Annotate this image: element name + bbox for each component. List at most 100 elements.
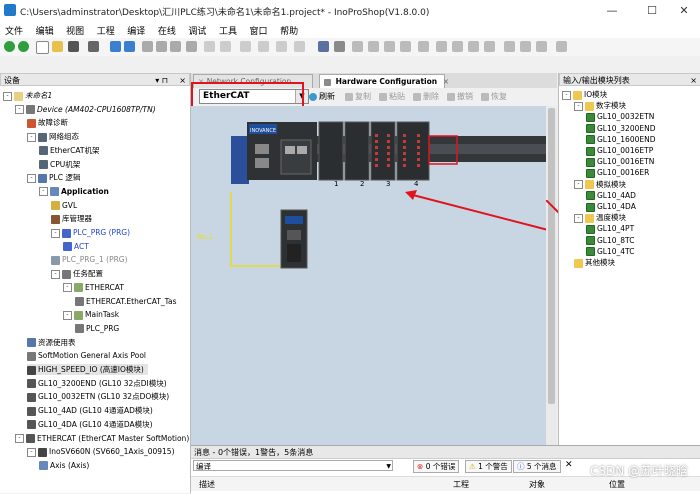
- module-tree-item[interactable]: 其他模块: [574, 257, 615, 268]
- expand-toggle-icon[interactable]: -: [63, 283, 72, 293]
- module-tree-item[interactable]: GL10_0016ETP: [586, 145, 653, 156]
- close-window-button[interactable]: ✕: [672, 3, 696, 19]
- module-tree-item[interactable]: GL10_4DA: [586, 201, 636, 212]
- expand-toggle-icon[interactable]: -: [27, 447, 36, 457]
- module-tree-item[interactable]: GL10_0032ETN: [586, 111, 654, 122]
- device-tree-item[interactable]: ETHERCAT.EtherCAT_Tas: [75, 296, 177, 307]
- col-position[interactable]: 位置: [609, 479, 625, 490]
- io-slot-4[interactable]: [396, 121, 430, 181]
- minimize-button[interactable]: —: [600, 3, 624, 19]
- info-filter[interactable]: ⓘ 5 个消息: [513, 460, 561, 473]
- device-tree-item[interactable]: 资源使用表: [27, 337, 76, 348]
- module-tree-item[interactable]: GL10_0016ER: [586, 167, 649, 178]
- module-tree-item[interactable]: - 温度模块: [574, 212, 626, 223]
- device-tree-item[interactable]: GL10_4DA (GL10 4通道DA模块): [27, 419, 153, 430]
- expand-toggle-icon[interactable]: -: [63, 310, 72, 320]
- device-tree-item[interactable]: PLC_PRG_1 (PRG): [51, 254, 128, 265]
- object-icon[interactable]: [276, 41, 287, 52]
- close-panel-icon[interactable]: ×: [179, 74, 186, 87]
- expand-toggle-icon[interactable]: -: [574, 213, 583, 223]
- insert-icon[interactable]: [294, 41, 305, 52]
- device-tree-item[interactable]: 库管理器: [51, 213, 92, 224]
- device-tree-item[interactable]: ACT: [63, 241, 89, 252]
- replace-icon[interactable]: [220, 41, 231, 52]
- warnings-filter[interactable]: ⚠ 1 个警告: [465, 460, 512, 473]
- module-tree-item[interactable]: - 数字模块: [574, 100, 626, 111]
- device-tree-item[interactable]: - Application: [39, 186, 109, 197]
- write-value-icon[interactable]: [504, 41, 515, 52]
- clear-messages-icon[interactable]: ✕: [565, 460, 573, 470]
- canvas-scrollbar[interactable]: [546, 106, 557, 445]
- paste-icon[interactable]: [170, 41, 181, 52]
- module-tree-item[interactable]: GL10_0016ETN: [586, 156, 654, 167]
- device-tree-item[interactable]: - 网络组态: [27, 131, 79, 142]
- toggle-icon[interactable]: [258, 41, 269, 52]
- device-tree-item[interactable]: - MainTask: [63, 309, 119, 320]
- bookmark-icon[interactable]: [240, 41, 251, 52]
- expand-toggle-icon[interactable]: -: [39, 187, 48, 197]
- step-in-icon[interactable]: [468, 41, 479, 52]
- expand-toggle-icon[interactable]: -: [15, 105, 24, 115]
- menu-tools[interactable]: 工具: [214, 22, 242, 39]
- hardware-canvas[interactable]: INOVANCE 1 2 3 4 No.1: [191, 106, 546, 445]
- step-out-icon[interactable]: [484, 41, 495, 52]
- col-project[interactable]: 工程: [453, 479, 469, 490]
- menu-debug[interactable]: 调试: [183, 22, 211, 39]
- module-tree-item[interactable]: - 模拟模块: [574, 179, 626, 190]
- expand-toggle-icon[interactable]: -: [562, 90, 571, 100]
- stop-icon[interactable]: [400, 41, 411, 52]
- device-tree-item[interactable]: - InoSV660N (SV660_1Axis_00915): [27, 446, 175, 457]
- delete-icon[interactable]: [186, 41, 197, 52]
- device-tree-item[interactable]: SoftMotion General Axis Pool: [27, 350, 146, 361]
- run-icon[interactable]: [384, 41, 395, 52]
- scrollbar-thumb[interactable]: [548, 108, 555, 404]
- undo-icon[interactable]: [110, 41, 121, 52]
- back-icon[interactable]: [4, 41, 15, 52]
- menu-edit[interactable]: 编辑: [31, 22, 59, 39]
- menu-view[interactable]: 视图: [61, 22, 89, 39]
- io-slot-1[interactable]: [318, 121, 344, 181]
- device-tree-item[interactable]: EtherCAT机架: [39, 145, 100, 156]
- copy-button[interactable]: 复制: [345, 91, 371, 102]
- expand-toggle-icon[interactable]: -: [27, 173, 36, 183]
- tab-hardware-configuration[interactable]: Hardware Configuration ×: [319, 74, 449, 88]
- expand-toggle-icon[interactable]: -: [574, 180, 583, 190]
- device-tree-item[interactable]: 故障诊断: [27, 117, 68, 128]
- menu-window[interactable]: 窗口: [245, 22, 273, 39]
- device-tree-item[interactable]: - ETHERCAT (EtherCAT Master SoftMotion): [15, 433, 189, 444]
- cut-icon[interactable]: [142, 41, 153, 52]
- build-icon[interactable]: [318, 41, 329, 52]
- menu-file[interactable]: 文件: [0, 22, 28, 39]
- device-tree-item[interactable]: - 未命名1: [3, 90, 52, 101]
- breakpoint-icon[interactable]: [436, 41, 447, 52]
- device-tree-item[interactable]: PLC_PRG: [75, 323, 119, 334]
- col-object[interactable]: 对象: [529, 479, 545, 490]
- module-tree-item[interactable]: GL10_4AD: [586, 190, 636, 201]
- logout-icon[interactable]: [368, 41, 379, 52]
- force-value-icon[interactable]: [520, 41, 531, 52]
- errors-filter[interactable]: ⊗ 0 个错误: [413, 460, 460, 473]
- expand-toggle-icon[interactable]: -: [51, 269, 60, 279]
- chevron-down-icon[interactable]: ▼: [386, 461, 391, 472]
- device-tree-item[interactable]: GL10_4AD (GL10 4通道AD模块): [27, 405, 153, 416]
- redo-button[interactable]: 恢复: [481, 91, 507, 102]
- col-description[interactable]: 描述: [199, 479, 215, 490]
- expand-toggle-icon[interactable]: -: [15, 434, 24, 443]
- module-tree-item[interactable]: - IO模块: [562, 89, 607, 100]
- open-folder-icon[interactable]: [52, 41, 63, 52]
- settings-icon[interactable]: [334, 41, 345, 52]
- unforce-icon[interactable]: [536, 41, 547, 52]
- expand-toggle-icon[interactable]: -: [51, 228, 60, 238]
- device-tree-item[interactable]: GVL: [51, 200, 77, 211]
- module-tree-item[interactable]: GL10_8TC: [586, 235, 634, 246]
- save-icon[interactable]: [68, 41, 79, 52]
- module-tree-item[interactable]: GL10_3200END: [586, 123, 656, 134]
- device-tree-item[interactable]: GL10_3200END (GL10 32点DI模块): [27, 378, 167, 389]
- message-category-select[interactable]: 编译 ▼: [193, 460, 393, 471]
- step-over-icon[interactable]: [452, 41, 463, 52]
- reset-icon[interactable]: [418, 41, 429, 52]
- expand-toggle-icon[interactable]: -: [27, 132, 36, 142]
- device-tree-item[interactable]: Axis (Axis): [39, 460, 89, 471]
- redo-icon[interactable]: [124, 41, 135, 52]
- print-icon[interactable]: [88, 41, 99, 52]
